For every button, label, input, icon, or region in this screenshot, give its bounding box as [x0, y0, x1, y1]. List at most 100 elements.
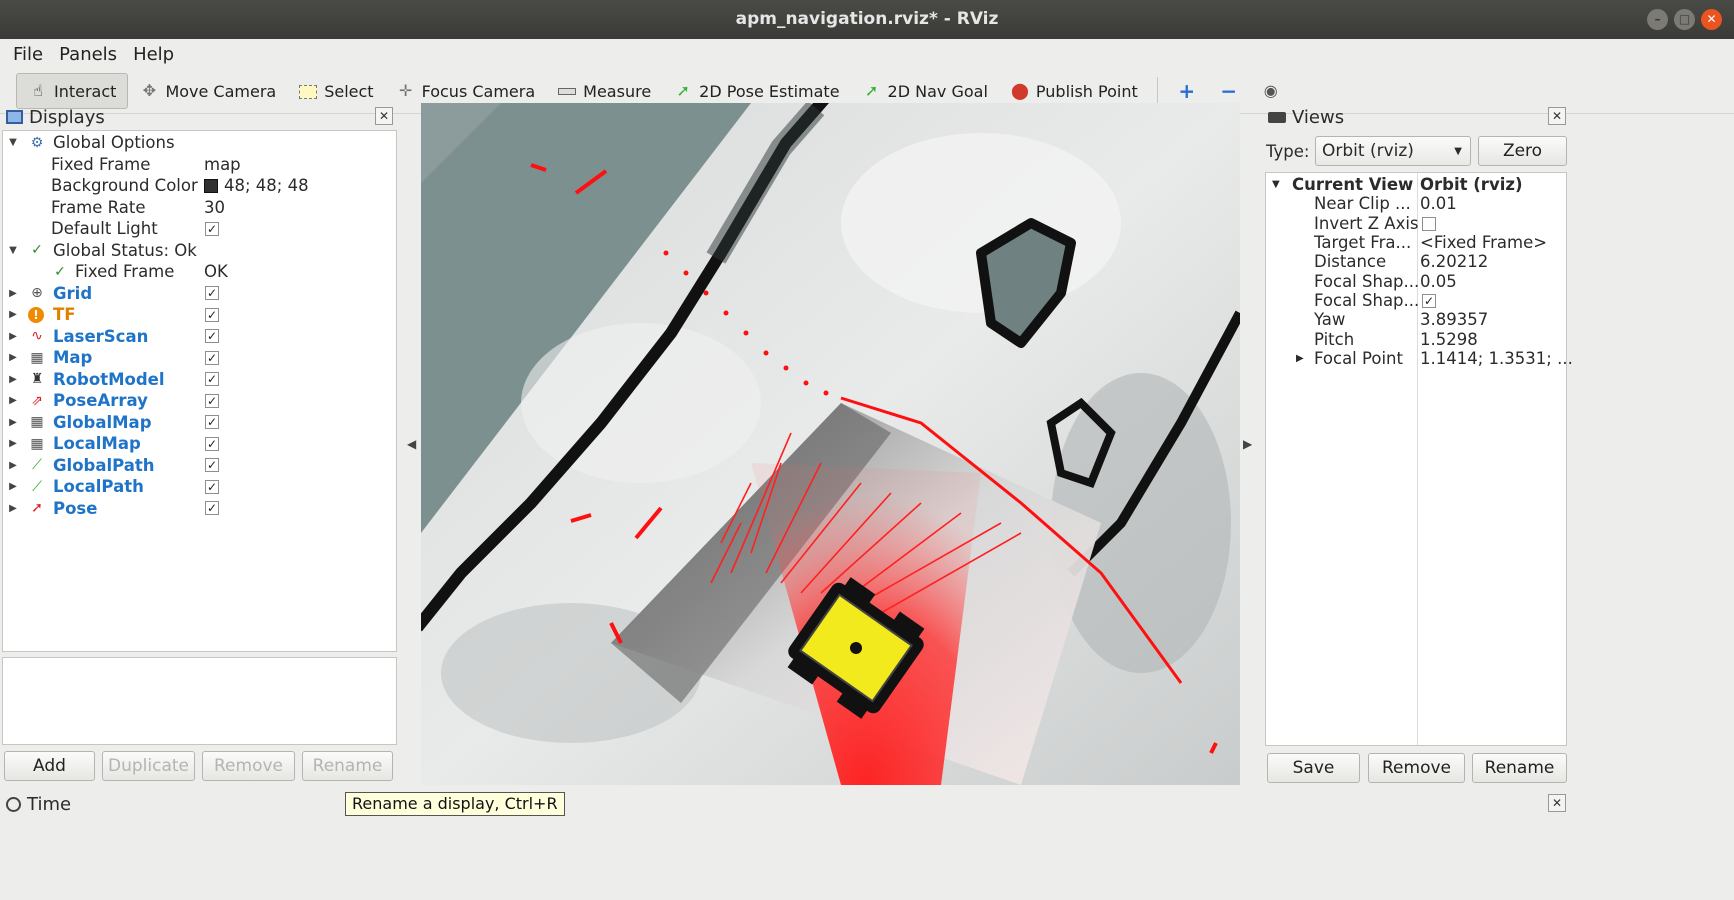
zero-view-button[interactable]: Zero — [1478, 136, 1567, 166]
display-item-pose[interactable]: ▶ ➚ Pose ✓ — [3, 498, 396, 520]
background-color-row[interactable]: Background Color 48; 48; 48 — [3, 175, 396, 197]
render-viewport[interactable] — [421, 103, 1240, 785]
view-prop-value[interactable]: 6.20212 — [1420, 252, 1488, 271]
expand-arrow-icon[interactable]: ▶ — [7, 481, 19, 492]
posearray-icon: ⇗ — [31, 392, 43, 409]
gear-icon: ⚙ — [30, 134, 44, 151]
save-view-button[interactable]: Save — [1267, 753, 1360, 783]
rename-tooltip: Rename a display, Ctrl+R — [345, 792, 565, 816]
view-type-label: Type: — [1266, 141, 1310, 161]
view-prop-value[interactable]: 0.05 — [1420, 272, 1457, 291]
menu-help[interactable]: Help — [125, 44, 182, 65]
view-prop-label: Pitch — [1314, 329, 1355, 349]
expand-arrow-icon[interactable]: ▶ — [7, 309, 19, 320]
move-camera-tool-button[interactable]: ✥ Move Camera — [128, 73, 287, 109]
close-icon[interactable]: ✕ — [1701, 9, 1722, 30]
map-render — [421, 103, 1240, 785]
display-item-localpath[interactable]: ▶ ⟋ LocalPath ✓ — [3, 476, 396, 498]
select-tool-button[interactable]: Select — [287, 73, 384, 109]
display-enabled-checkbox[interactable]: ✓ — [205, 286, 219, 301]
background-color-value[interactable]: 48; 48; 48 — [204, 176, 309, 195]
collapse-right-arrow-icon[interactable]: ▶ — [1243, 437, 1252, 451]
display-enabled-checkbox[interactable]: ✓ — [205, 350, 219, 365]
display-item-laserscan[interactable]: ▶ ∿ LaserScan ✓ — [3, 326, 396, 348]
view-prop-value[interactable]: 0.01 — [1420, 194, 1457, 213]
minus-icon: − — [1220, 79, 1238, 103]
views-close-icon[interactable]: ✕ — [1548, 107, 1566, 125]
time-panel: Time ✕ — [0, 788, 1734, 900]
display-enabled-checkbox[interactable]: ✓ — [205, 501, 219, 516]
collapse-left-arrow-icon[interactable]: ◀ — [407, 437, 416, 451]
expand-arrow-icon[interactable]: ▶ — [7, 352, 19, 363]
expand-arrow-icon[interactable]: ▶ — [7, 374, 19, 385]
expand-arrow-icon[interactable]: ▶ — [7, 395, 19, 406]
view-prop-value[interactable]: 1.5298 — [1420, 329, 1478, 349]
clock-icon — [6, 796, 21, 812]
menu-panels[interactable]: Panels — [51, 44, 125, 65]
expand-arrow-icon[interactable]: ▶ — [7, 288, 19, 299]
view-prop-label: Target Fra... — [1314, 233, 1412, 253]
expand-arrow-icon[interactable]: ▼ — [7, 137, 19, 148]
default-light-row[interactable]: Default Light ✓ — [3, 218, 396, 240]
status-fixed-frame-row[interactable]: ✓ Fixed Frame OK — [3, 261, 396, 283]
expand-arrow-icon[interactable]: ▶ — [7, 460, 19, 471]
rename-display-button[interactable]: Rename — [302, 751, 393, 781]
view-type-select[interactable]: Orbit (rviz) ▼ — [1315, 136, 1471, 166]
ruler-icon — [557, 81, 577, 101]
expand-arrow-icon[interactable]: ▶ — [7, 503, 19, 514]
view-prop-label: Focal Shap... — [1314, 290, 1420, 310]
add-display-button[interactable]: Add — [4, 751, 95, 781]
time-close-icon[interactable]: ✕ — [1548, 794, 1566, 812]
maximize-icon[interactable]: □ — [1674, 9, 1695, 30]
expand-arrow-icon[interactable]: ▶ — [7, 438, 19, 449]
display-item-globalmap[interactable]: ▶ ▦ GlobalMap ✓ — [3, 412, 396, 434]
rename-view-button[interactable]: Rename — [1472, 753, 1567, 783]
display-item-tf[interactable]: ▶! TF ✓ — [3, 304, 396, 326]
invert-z-axis-checkbox[interactable] — [1422, 216, 1436, 231]
grid-icon: ⊕ — [31, 285, 43, 302]
plus-icon: + — [1178, 79, 1196, 103]
view-prop-value[interactable]: <Fixed Frame> — [1420, 233, 1547, 252]
pose-icon: ➚ — [31, 500, 43, 517]
check-icon: ✓ — [31, 242, 43, 259]
toolbar-separator — [1156, 77, 1158, 105]
focal-shape-checkbox[interactable]: ✓ — [1422, 293, 1436, 308]
frame-rate-row[interactable]: Frame Rate 30 — [3, 197, 396, 219]
expand-arrow-icon[interactable]: ▶ — [7, 331, 19, 342]
remove-view-button[interactable]: Remove — [1368, 753, 1465, 783]
display-item-grid[interactable]: ▶ ⊕ Grid ✓ — [3, 283, 396, 305]
expand-arrow-icon[interactable]: ▶ — [1296, 349, 1304, 368]
display-item-map[interactable]: ▶ ▦ Map ✓ — [3, 347, 396, 369]
remove-display-button[interactable]: Remove — [202, 751, 295, 781]
display-item-localmap[interactable]: ▶ ▦ LocalMap ✓ — [3, 433, 396, 455]
default-light-checkbox[interactable]: ✓ — [205, 221, 219, 236]
display-item-label: LocalMap — [53, 434, 141, 454]
display-enabled-checkbox[interactable]: ✓ — [205, 436, 219, 451]
view-prop-label: Focal Point — [1314, 348, 1403, 368]
display-enabled-checkbox[interactable]: ✓ — [205, 307, 219, 322]
duplicate-display-button[interactable]: Duplicate — [102, 751, 195, 781]
global-options-row[interactable]: ▼ ⚙ Global Options — [3, 132, 396, 154]
display-item-posearray[interactable]: ▶ ⇗ PoseArray ✓ — [3, 390, 396, 412]
menu-file[interactable]: File — [5, 44, 51, 65]
display-item-globalpath[interactable]: ▶ ⟋ GlobalPath ✓ — [3, 455, 396, 477]
views-property-tree: ▼ Current View Orbit (rviz) Near Clip ..… — [1265, 172, 1573, 746]
display-enabled-checkbox[interactable]: ✓ — [205, 479, 219, 494]
display-enabled-checkbox[interactable]: ✓ — [205, 415, 219, 430]
expand-arrow-icon[interactable]: ▶ — [7, 417, 19, 428]
select-rect-icon — [298, 81, 318, 101]
fixed-frame-row[interactable]: Fixed Frame map — [3, 154, 396, 176]
global-status-row[interactable]: ▼ ✓ Global Status: Ok — [3, 240, 396, 262]
display-enabled-checkbox[interactable]: ✓ — [205, 393, 219, 408]
display-enabled-checkbox[interactable]: ✓ — [205, 372, 219, 387]
current-view-row[interactable]: ▼ Current View — [1272, 175, 1413, 194]
expand-arrow-icon[interactable]: ▼ — [1272, 179, 1286, 190]
displays-close-icon[interactable]: ✕ — [375, 107, 393, 125]
view-prop-value[interactable]: 3.89357 — [1420, 310, 1488, 329]
view-prop-value[interactable]: 1.1414; 1.3531; ... — [1420, 349, 1573, 368]
display-enabled-checkbox[interactable]: ✓ — [205, 329, 219, 344]
minimize-icon[interactable]: – — [1647, 9, 1668, 30]
display-enabled-checkbox[interactable]: ✓ — [205, 458, 219, 473]
expand-arrow-icon[interactable]: ▼ — [7, 245, 19, 256]
display-item-robotmodel[interactable]: ▶ ♜ RobotModel ✓ — [3, 369, 396, 391]
